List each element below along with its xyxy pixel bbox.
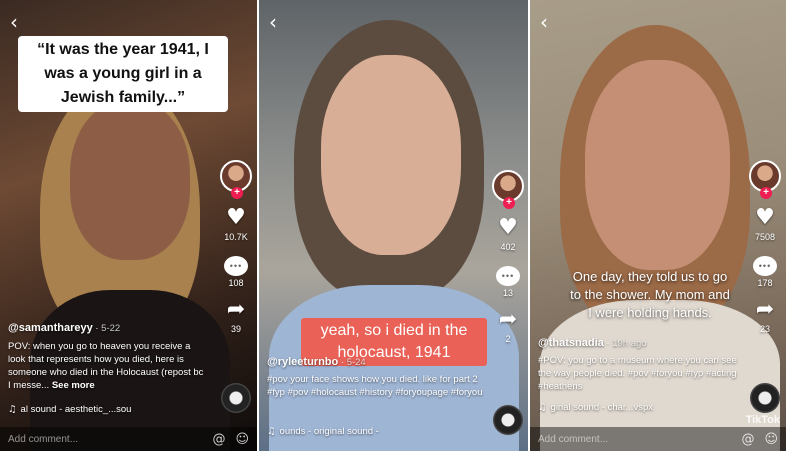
- comment-input[interactable]: Add comment...: [8, 434, 202, 445]
- sound-row[interactable]: ♫ ginal sound - char...vspx: [538, 402, 653, 414]
- music-note-icon: ♫: [267, 426, 276, 437]
- at-sign-icon[interactable]: @: [741, 432, 754, 447]
- post-date: 5-24: [346, 357, 366, 368]
- video-caption: @samanthareyy · 5-22 POV: when you go to…: [8, 322, 204, 391]
- comment-count: 178: [757, 278, 773, 288]
- post-date: 19h ago: [612, 338, 647, 349]
- like-count: 7508: [754, 232, 776, 242]
- follow-plus-icon[interactable]: +: [231, 187, 243, 199]
- caption-text: POV: when you go to heaven you receive a…: [8, 341, 204, 391]
- comment-bubble-icon[interactable]: •••: [496, 266, 520, 286]
- comment-input[interactable]: Add comment...: [538, 434, 731, 445]
- sound-name: ounds - original sound -: [279, 426, 379, 437]
- back-icon[interactable]: ‹: [269, 12, 277, 32]
- video-caption: @ryleeturnbo · 5-24 #pov your face shows…: [267, 356, 487, 399]
- face-shape: [321, 55, 461, 255]
- sound-name: ginal sound - char...vspx: [550, 402, 653, 413]
- back-icon[interactable]: ‹: [540, 12, 548, 32]
- caption-text: #pov your face shows how you died. like …: [267, 374, 483, 398]
- video-text-overlay: One day, they told us to go to the showe…: [570, 269, 730, 320]
- share-arrow-icon[interactable]: ➦: [227, 298, 245, 322]
- sound-row[interactable]: ♫ ounds - original sound -: [267, 426, 379, 438]
- at-sign-icon[interactable]: @: [212, 432, 225, 447]
- comment-count: 13: [502, 288, 513, 298]
- share-arrow-icon[interactable]: ➦: [499, 308, 517, 332]
- back-icon[interactable]: ‹: [10, 12, 18, 32]
- like-count: 10.7K: [224, 232, 248, 242]
- face-shape: [585, 60, 730, 270]
- follow-plus-icon[interactable]: +: [760, 187, 772, 199]
- video-panel-3[interactable]: ‹ One day, they told us to go to the sho…: [530, 0, 786, 451]
- action-rail: + ♥ 402 ••• 13 ➦ 2: [488, 170, 528, 344]
- comment-bubble-icon[interactable]: •••: [753, 256, 777, 276]
- emoji-icon[interactable]: ☺: [235, 432, 249, 447]
- creator-avatar[interactable]: +: [492, 170, 524, 209]
- creator-avatar[interactable]: +: [220, 160, 252, 199]
- sound-name: al sound - aesthetic_...sou: [20, 404, 132, 415]
- video-caption: @thatsnadia · 19h ago #POV: you go to a …: [538, 337, 737, 392]
- video-panel-2[interactable]: ‹ yeah, so i died in the holocaust, 1941…: [259, 0, 528, 451]
- creator-avatar[interactable]: +: [749, 160, 781, 199]
- heart-icon[interactable]: ♥: [498, 216, 518, 240]
- music-disc-icon[interactable]: [221, 383, 251, 413]
- emoji-icon[interactable]: ☺: [764, 432, 778, 447]
- music-disc-icon[interactable]: [750, 383, 780, 413]
- caption-text: #POV: you go to a museum where you can s…: [538, 355, 737, 392]
- video-text-overlay: “It was the year 1941, I was a young gir…: [18, 36, 228, 112]
- heart-icon[interactable]: ♥: [226, 206, 246, 230]
- comment-bar[interactable]: Add comment... @ ☺: [0, 427, 257, 451]
- comment-bubble-icon[interactable]: •••: [224, 256, 248, 276]
- heart-icon[interactable]: ♥: [755, 206, 775, 230]
- music-disc-icon[interactable]: [493, 405, 523, 435]
- action-rail: + ♥ 10.7K ••• 108 ➦ 39: [216, 160, 256, 334]
- follow-plus-icon[interactable]: +: [503, 197, 515, 209]
- music-note-icon: ♫: [538, 402, 547, 413]
- comment-bar[interactable]: Add comment... @ ☺: [530, 427, 786, 451]
- tiktok-watermark: TikTok: [745, 414, 780, 426]
- action-rail: + ♥ 7508 ••• 178 ➦ 23: [745, 160, 785, 334]
- share-count: 23: [759, 324, 770, 334]
- face-shape: [70, 100, 190, 260]
- share-count: 39: [230, 324, 241, 334]
- creator-username[interactable]: @ryleeturnbo: [267, 356, 338, 368]
- post-date: 5-22: [101, 323, 121, 334]
- like-count: 402: [500, 242, 516, 252]
- see-more-link[interactable]: See more: [52, 380, 95, 391]
- video-panel-1[interactable]: ‹ “It was the year 1941, I was a young g…: [0, 0, 257, 451]
- share-arrow-icon[interactable]: ➦: [756, 298, 774, 322]
- creator-username[interactable]: @thatsnadia: [538, 337, 604, 349]
- creator-username[interactable]: @samanthareyy: [8, 322, 93, 334]
- comment-count: 108: [228, 278, 244, 288]
- music-note-icon: ♫: [8, 404, 17, 415]
- share-count: 2: [505, 334, 511, 344]
- sound-row[interactable]: ♫ al sound - aesthetic_...sou: [8, 404, 131, 416]
